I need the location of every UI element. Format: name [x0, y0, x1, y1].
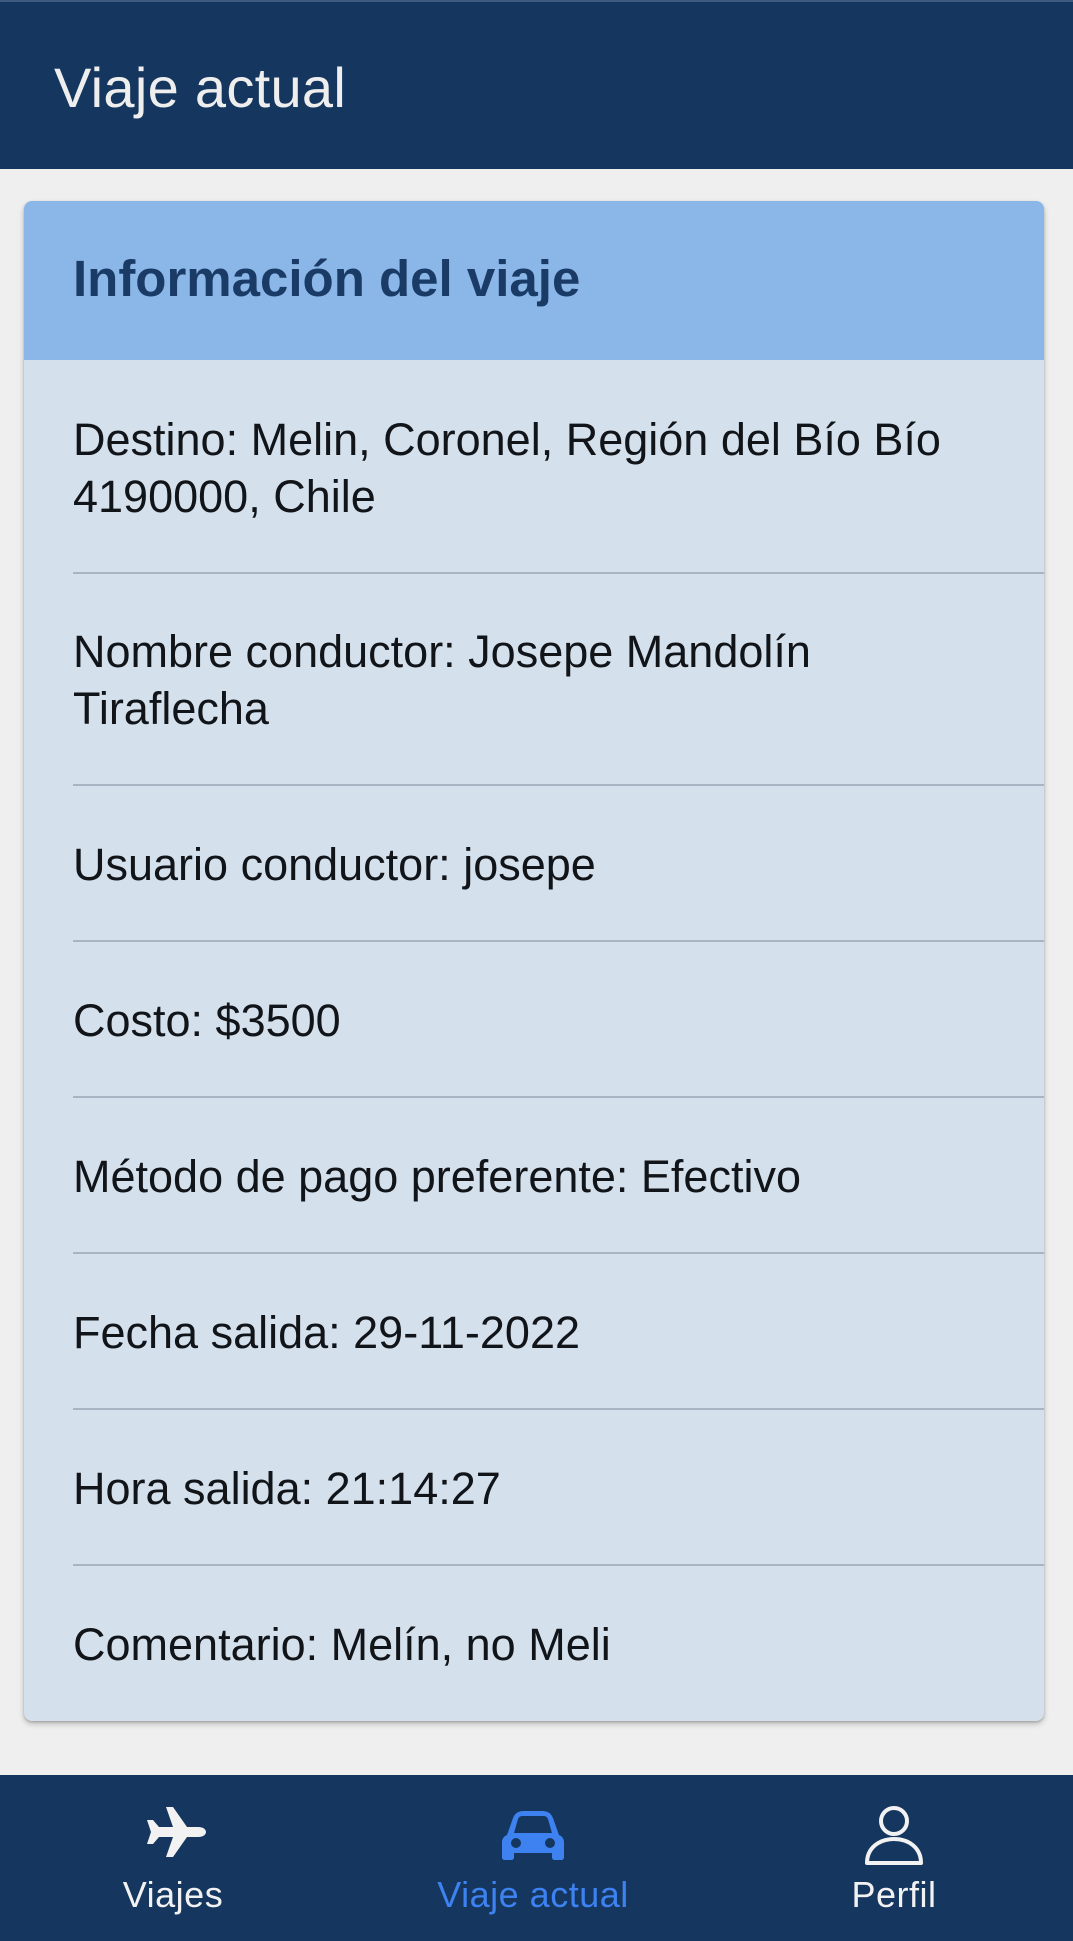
page-title: Viaje actual [54, 56, 347, 119]
airplane-icon [147, 1807, 206, 1857]
info-item-payment-method: Método de pago preferente: Efectivo [73, 1098, 1044, 1254]
car-icon [502, 1811, 564, 1860]
info-text: Método de pago preferente: Efectivo [73, 1151, 801, 1202]
info-text: Comentario: Melín, no Meli [73, 1619, 611, 1670]
info-item-destination: Destino: Melin, Coronel, Región del Bío … [73, 360, 1044, 574]
info-item-comment: Comentario: Melín, no Meli [73, 1566, 1044, 1721]
info-text: Nombre conductor: Josepe Mandolín Tirafl… [73, 626, 823, 734]
info-text: Hora salida: 21:14:27 [73, 1463, 501, 1514]
info-item-cost: Costo: $3500 [73, 942, 1044, 1098]
info-item-driver-name: Nombre conductor: Josepe Mandolín Tirafl… [73, 574, 1044, 786]
trip-info-card: Información del viaje Destino: Melin, Co… [24, 201, 1044, 1721]
info-item-departure-time: Hora salida: 21:14:27 [73, 1410, 1044, 1566]
info-item-driver-user: Usuario conductor: josepe [73, 786, 1044, 942]
info-item-departure-date: Fecha salida: 29-11-2022 [73, 1254, 1044, 1410]
info-text: Usuario conductor: josepe [73, 839, 596, 890]
nav-label: Viajes [122, 1874, 224, 1915]
app-header: Viaje actual [0, 0, 1073, 169]
bottom-nav: Viajes Viaje actual Perfil [0, 1775, 1073, 1941]
card-header: Información del viaje [24, 201, 1044, 360]
person-icon [865, 1806, 923, 1865]
info-text: Costo: $3500 [73, 995, 341, 1046]
nav-label: Perfil [851, 1874, 937, 1915]
info-text: Destino: Melin, Coronel, Región del Bío … [73, 414, 954, 522]
nav-item-viajes[interactable]: Viajes [83, 1775, 263, 1941]
card-title: Información del viaje [73, 250, 581, 307]
nav-item-viaje-actual[interactable]: Viaje actual [413, 1775, 653, 1941]
nav-item-perfil[interactable]: Perfil [804, 1775, 984, 1941]
info-text: Fecha salida: 29-11-2022 [73, 1307, 580, 1358]
nav-label: Viaje actual [437, 1874, 629, 1915]
